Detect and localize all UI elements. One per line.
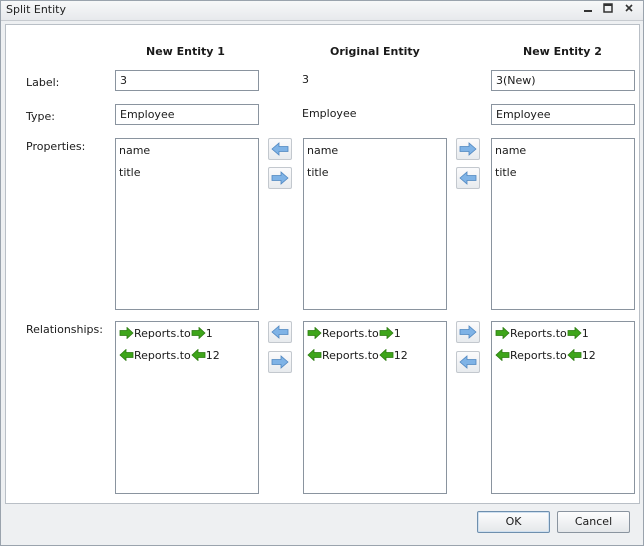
arrow-left-icon xyxy=(459,171,477,185)
move-property-back-to-original-left-button[interactable] xyxy=(268,167,292,189)
green-arrow-right-icon xyxy=(119,327,134,339)
label-row-label: Label: xyxy=(26,76,60,89)
arrow-left-icon xyxy=(459,355,477,369)
original-entity-label: 3 xyxy=(302,73,309,86)
list-item[interactable]: title xyxy=(119,166,255,188)
new-entity-2-properties-list[interactable]: name title xyxy=(491,138,635,310)
column-header-new-entity-1: New Entity 1 xyxy=(146,45,225,58)
relationship-name: Reports.to xyxy=(322,327,379,340)
relationships-row-label: Relationships: xyxy=(26,323,103,336)
green-arrow-right-icon xyxy=(307,327,322,339)
relationship-item[interactable]: Reports.to 12 xyxy=(307,349,443,371)
new-entity-2-type-field[interactable]: Employee xyxy=(491,104,635,125)
list-item[interactable]: title xyxy=(307,166,443,188)
green-arrow-left-icon xyxy=(379,349,394,361)
new-entity-1-type-field[interactable]: Employee xyxy=(115,104,259,125)
list-item[interactable]: name xyxy=(307,144,443,166)
green-arrow-right-icon xyxy=(567,327,582,339)
window-title: Split Entity xyxy=(6,3,67,16)
minimize-icon[interactable] xyxy=(581,3,595,17)
ok-button[interactable]: OK xyxy=(477,511,550,533)
arrow-right-icon xyxy=(271,355,289,369)
relationship-target: 12 xyxy=(205,349,220,362)
column-header-original-entity: Original Entity xyxy=(330,45,420,58)
move-relationship-to-new-entity-2-button[interactable] xyxy=(456,321,480,343)
relationship-item[interactable]: Reports.to 1 xyxy=(119,327,255,349)
dialog-body: New Entity 1 Original Entity New Entity … xyxy=(5,24,640,504)
relationship-item[interactable]: Reports.to 1 xyxy=(495,327,631,349)
arrow-left-icon xyxy=(271,325,289,339)
relationship-name: Reports.to xyxy=(510,327,567,340)
green-arrow-right-icon xyxy=(379,327,394,339)
relationship-name: Reports.to xyxy=(510,349,567,362)
relationship-name: Reports.to xyxy=(134,349,191,362)
relationship-item[interactable]: Reports.to 12 xyxy=(119,349,255,371)
maximize-icon[interactable] xyxy=(601,3,615,17)
relationship-name: Reports.to xyxy=(134,327,191,340)
cancel-button[interactable]: Cancel xyxy=(557,511,630,533)
relationship-target: 12 xyxy=(393,349,408,362)
split-entity-dialog: Split Entity New Entity 1 Original Entit… xyxy=(0,0,644,546)
original-entity-relationships-list[interactable]: Reports.to 1 Reports.to 12 xyxy=(303,321,447,494)
arrow-right-icon xyxy=(459,325,477,339)
move-relationship-to-new-entity-1-button[interactable] xyxy=(268,321,292,343)
green-arrow-left-icon xyxy=(495,349,510,361)
move-property-back-to-original-right-button[interactable] xyxy=(456,167,480,189)
arrow-left-icon xyxy=(271,142,289,156)
relationship-item[interactable]: Reports.to 1 xyxy=(307,327,443,349)
relationship-target: 1 xyxy=(581,327,589,340)
green-arrow-left-icon xyxy=(307,349,322,361)
green-arrow-left-icon xyxy=(191,349,206,361)
green-arrow-left-icon xyxy=(119,349,134,361)
new-entity-1-properties-list[interactable]: name title xyxy=(115,138,259,310)
arrow-right-icon xyxy=(459,142,477,156)
list-item[interactable]: name xyxy=(495,144,631,166)
relationship-target: 12 xyxy=(581,349,596,362)
type-row-label: Type: xyxy=(26,110,55,123)
move-relationship-back-to-original-right-button[interactable] xyxy=(456,351,480,373)
new-entity-2-label-field[interactable]: 3(New) xyxy=(491,70,635,91)
move-property-to-new-entity-1-button[interactable] xyxy=(268,138,292,160)
new-entity-1-label-field[interactable]: 3 xyxy=(115,70,259,91)
relationship-target: 1 xyxy=(205,327,213,340)
list-item[interactable]: name xyxy=(119,144,255,166)
green-arrow-right-icon xyxy=(495,327,510,339)
close-icon[interactable] xyxy=(622,3,636,17)
new-entity-1-relationships-list[interactable]: Reports.to 1 Reports.to 12 xyxy=(115,321,259,494)
list-item[interactable]: title xyxy=(495,166,631,188)
green-arrow-left-icon xyxy=(567,349,582,361)
relationship-item[interactable]: Reports.to 12 xyxy=(495,349,631,371)
original-entity-type: Employee xyxy=(302,107,357,120)
original-entity-properties-list[interactable]: name title xyxy=(303,138,447,310)
column-header-new-entity-2: New Entity 2 xyxy=(523,45,602,58)
properties-row-label: Properties: xyxy=(26,140,86,153)
relationship-target: 1 xyxy=(393,327,401,340)
green-arrow-right-icon xyxy=(191,327,206,339)
title-bar: Split Entity xyxy=(1,1,643,21)
new-entity-2-relationships-list[interactable]: Reports.to 1 Reports.to 12 xyxy=(491,321,635,494)
move-property-to-new-entity-2-button[interactable] xyxy=(456,138,480,160)
move-relationship-back-to-original-left-button[interactable] xyxy=(268,351,292,373)
relationship-name: Reports.to xyxy=(322,349,379,362)
arrow-right-icon xyxy=(271,171,289,185)
